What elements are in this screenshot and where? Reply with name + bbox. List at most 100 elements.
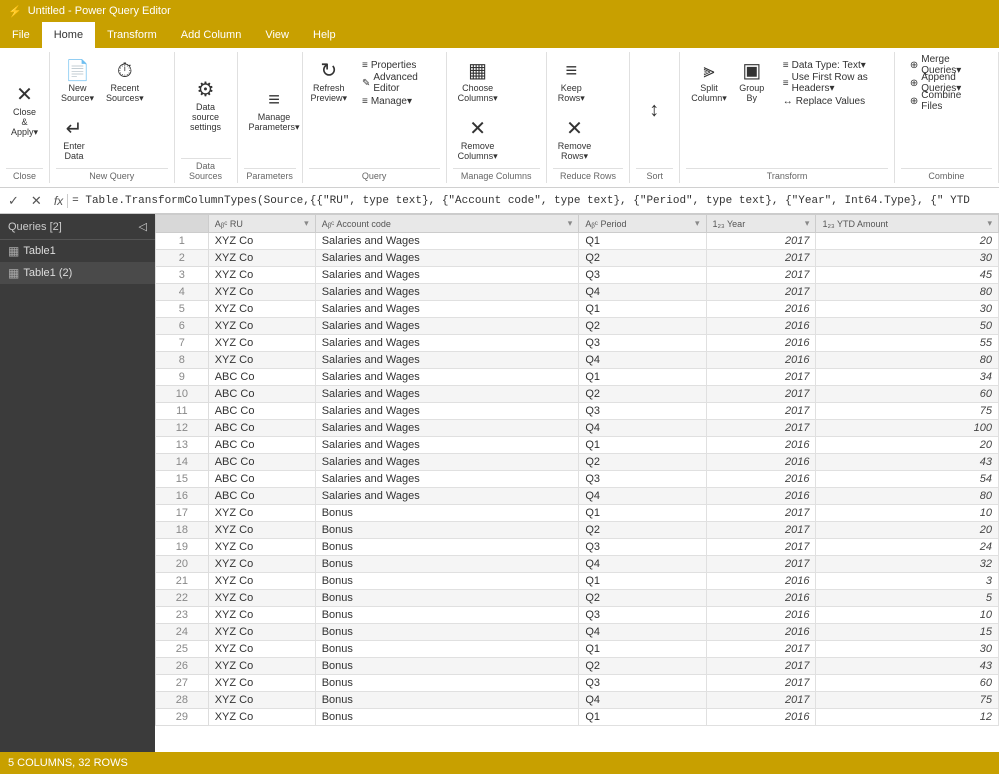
table-row[interactable]: 26 XYZ Co Bonus Q2 2017 43	[156, 658, 999, 675]
check-icon[interactable]: ✓	[4, 193, 23, 209]
table-row[interactable]: 23 XYZ Co Bonus Q3 2016 10	[156, 607, 999, 624]
ru-cell: XYZ Co	[208, 284, 315, 301]
col-header-account-code[interactable]: Aᵦᶜ Account code ▾	[315, 215, 579, 233]
combine-files-button[interactable]: ⊕ Combine Files	[905, 92, 988, 110]
table-row[interactable]: 20 XYZ Co Bonus Q4 2017 32	[156, 556, 999, 573]
account-code-cell: Bonus	[315, 675, 579, 692]
group-by-button[interactable]: ▣ GroupBy	[734, 54, 770, 110]
row-num-cell: 15	[156, 471, 209, 488]
split-column-button[interactable]: ⫸ SplitColumn▾	[686, 54, 732, 110]
status-text: 5 COLUMNS, 32 ROWS	[8, 757, 128, 769]
table-row[interactable]: 12 ABC Co Salaries and Wages Q4 2017 100	[156, 420, 999, 437]
tab-transform[interactable]: Transform	[95, 22, 169, 48]
year-cell: 2017	[706, 522, 816, 539]
new-source-icon: 📄	[65, 61, 90, 81]
year-cell: 2017	[706, 675, 816, 692]
refresh-label: RefreshPreview▾	[311, 83, 348, 104]
manage-icon: ≡	[362, 96, 368, 107]
period-cell: Q3	[579, 539, 706, 556]
row-num-cell: 9	[156, 369, 209, 386]
ytd-cell: 3	[816, 573, 999, 590]
col-header-ytd[interactable]: 1₂₃ YTD Amount ▾	[816, 215, 999, 233]
table-row[interactable]: 29 XYZ Co Bonus Q1 2016 12	[156, 709, 999, 726]
tab-help[interactable]: Help	[301, 22, 348, 48]
use-first-row-button[interactable]: ≡ Use First Row as Headers▾	[778, 74, 884, 92]
enter-data-button[interactable]: ↵ EnterData	[56, 112, 92, 168]
table-row[interactable]: 10 ABC Co Salaries and Wages Q2 2017 60	[156, 386, 999, 403]
ytd-cell: 10	[816, 607, 999, 624]
sort-button[interactable]: ↕	[636, 83, 672, 139]
parameters-buttons: ≡ ManageParameters▾	[244, 54, 305, 168]
close-group-label: Close	[6, 168, 43, 181]
sidebar-collapse-icon[interactable]: ◁	[139, 220, 147, 233]
remove-columns-button[interactable]: ✕ RemoveColumns▾	[453, 112, 503, 168]
row-num-cell: 11	[156, 403, 209, 420]
manage-button[interactable]: ≡ Manage▾	[357, 92, 436, 110]
col-header-ru[interactable]: Aᵦᶜ RU ▾	[208, 215, 315, 233]
year-cell: 2016	[706, 352, 816, 369]
ytd-filter-icon[interactable]: ▾	[987, 218, 992, 229]
period-cell: Q1	[579, 641, 706, 658]
table-row[interactable]: 24 XYZ Co Bonus Q4 2016 15	[156, 624, 999, 641]
table-row[interactable]: 25 XYZ Co Bonus Q1 2017 30	[156, 641, 999, 658]
remove-rows-button[interactable]: ✕ RemoveRows▾	[553, 112, 597, 168]
year-cell: 2017	[706, 556, 816, 573]
sidebar-item-table1[interactable]: ▦ Table1	[0, 240, 155, 262]
table-row[interactable]: 27 XYZ Co Bonus Q3 2017 60	[156, 675, 999, 692]
account-code-cell: Bonus	[315, 505, 579, 522]
table-row[interactable]: 28 XYZ Co Bonus Q4 2017 75	[156, 692, 999, 709]
year-filter-icon[interactable]: ▾	[805, 218, 810, 229]
table-row[interactable]: 21 XYZ Co Bonus Q1 2016 3	[156, 573, 999, 590]
year-cell: 2016	[706, 624, 816, 641]
table-row[interactable]: 7 XYZ Co Salaries and Wages Q3 2016 55	[156, 335, 999, 352]
col-header-period[interactable]: Aᵦᶜ Period ▾	[579, 215, 706, 233]
new-source-button[interactable]: 📄 NewSource▾	[56, 54, 99, 110]
table-row[interactable]: 18 XYZ Co Bonus Q2 2017 20	[156, 522, 999, 539]
table-row[interactable]: 17 XYZ Co Bonus Q1 2017 10	[156, 505, 999, 522]
table-row[interactable]: 22 XYZ Co Bonus Q2 2016 5	[156, 590, 999, 607]
table-row[interactable]: 14 ABC Co Salaries and Wages Q2 2016 43	[156, 454, 999, 471]
table-row[interactable]: 2 XYZ Co Salaries and Wages Q2 2017 30	[156, 250, 999, 267]
tab-add-column[interactable]: Add Column	[169, 22, 254, 48]
sidebar-item-table1-2[interactable]: ▦ Table1 (2)	[0, 262, 155, 284]
ribbon-group-reduce-rows: ≡ KeepRows▾ ✕ RemoveRows▾ Reduce Rows	[547, 52, 631, 183]
tab-file[interactable]: File	[0, 22, 42, 48]
advanced-editor-button[interactable]: ✎ Advanced Editor	[357, 74, 436, 92]
app-icon: ⚡	[8, 5, 22, 18]
tab-view[interactable]: View	[253, 22, 301, 48]
refresh-preview-button[interactable]: ↻ RefreshPreview▾	[309, 54, 349, 110]
col-header-year[interactable]: 1₂₃ Year ▾	[706, 215, 816, 233]
table-row[interactable]: 5 XYZ Co Salaries and Wages Q1 2016 30	[156, 301, 999, 318]
replace-values-button[interactable]: ↔ Replace Values	[778, 92, 884, 110]
ru-filter-icon[interactable]: ▾	[304, 218, 309, 229]
replace-values-label: Replace Values	[796, 96, 865, 107]
account-code-filter-icon[interactable]: ▾	[568, 218, 573, 229]
table-row[interactable]: 16 ABC Co Salaries and Wages Q4 2016 80	[156, 488, 999, 505]
sort-buttons: ↕	[636, 54, 672, 168]
manage-label: Manage▾	[371, 96, 412, 107]
data-source-settings-button[interactable]: ⚙ Data sourcesettings	[181, 78, 231, 134]
choose-columns-button[interactable]: ▦ ChooseColumns▾	[453, 54, 503, 110]
close-apply-button[interactable]: ✕ Close &Apply▾	[6, 83, 43, 139]
table-row[interactable]: 1 XYZ Co Salaries and Wages Q1 2017 20	[156, 233, 999, 250]
table-row[interactable]: 11 ABC Co Salaries and Wages Q3 2017 75	[156, 403, 999, 420]
table-row[interactable]: 15 ABC Co Salaries and Wages Q3 2016 54	[156, 471, 999, 488]
row-num-cell: 27	[156, 675, 209, 692]
table-row[interactable]: 9 ABC Co Salaries and Wages Q1 2017 34	[156, 369, 999, 386]
row-num-cell: 10	[156, 386, 209, 403]
manage-parameters-button[interactable]: ≡ ManageParameters▾	[244, 83, 305, 139]
table-row[interactable]: 8 XYZ Co Salaries and Wages Q4 2016 80	[156, 352, 999, 369]
period-filter-icon[interactable]: ▾	[695, 218, 700, 229]
tab-home[interactable]: Home	[42, 22, 95, 48]
ru-cell: XYZ Co	[208, 522, 315, 539]
row-num-cell: 7	[156, 335, 209, 352]
ytd-cell: 60	[816, 675, 999, 692]
recent-sources-button[interactable]: ⏱ RecentSources▾	[101, 54, 149, 110]
table-row[interactable]: 3 XYZ Co Salaries and Wages Q3 2017 45	[156, 267, 999, 284]
table-row[interactable]: 4 XYZ Co Salaries and Wages Q4 2017 80	[156, 284, 999, 301]
table-row[interactable]: 19 XYZ Co Bonus Q3 2017 24	[156, 539, 999, 556]
table-row[interactable]: 6 XYZ Co Salaries and Wages Q2 2016 50	[156, 318, 999, 335]
keep-rows-button[interactable]: ≡ KeepRows▾	[553, 54, 590, 110]
cross-icon[interactable]: ✕	[27, 193, 46, 209]
table-row[interactable]: 13 ABC Co Salaries and Wages Q1 2016 20	[156, 437, 999, 454]
